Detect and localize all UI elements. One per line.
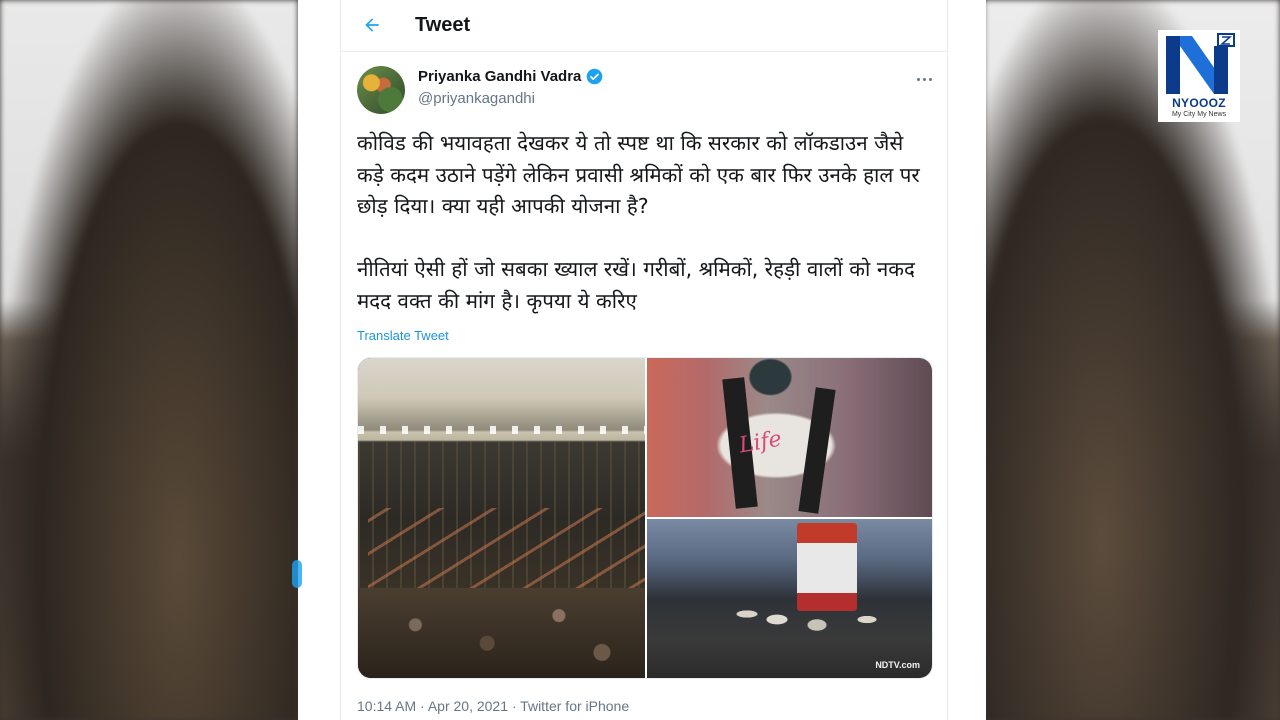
more-dot-icon [922,77,926,81]
nyoooz-n-logo-icon [1166,33,1235,94]
more-dot-icon [916,77,920,81]
tweet-header: Tweet [341,0,947,52]
media-photo-station-crowd[interactable] [358,358,645,678]
tweet-card: Tweet Priyanka Gandhi Vadra @priyankagan… [292,0,986,720]
blurred-background-left [0,0,298,720]
station-crowd [358,588,645,678]
scroll-indicator[interactable] [292,560,302,588]
page-title: Tweet [415,14,471,36]
tweet-paragraph-2: नीतियां ऐसी हों जो सबका ख्याल रखें। गरीब… [357,257,915,313]
tweet-text: कोविड की भयावहता देखकर ये तो स्पष्ट था क… [357,128,927,317]
station-lights [358,426,645,434]
arrow-left-icon [365,18,379,32]
author-name[interactable]: Priyanka Gandhi Vadra [418,68,581,85]
bag-strap-right [798,387,836,514]
people-group [707,559,907,669]
media-photo-masked-child[interactable]: Life [647,358,932,517]
more-dot-icon [928,77,932,81]
avatar[interactable] [357,66,405,114]
more-options-button[interactable] [912,70,936,88]
media-photo-bus-stop[interactable]: NDTV.com [647,519,932,678]
translate-tweet-link[interactable]: Translate Tweet [357,328,449,343]
tweet-timestamp[interactable]: 10:14 AM · Apr 20, 2021 · Twitter for iP… [357,698,629,714]
nyoooz-logo: NYOOOZ My City My News [1158,30,1240,122]
tweet-media-grid: Life NDTV.com [357,357,933,679]
tweet-paragraph-1: कोविड की भयावहता देखकर ये तो स्पष्ट था क… [357,131,920,218]
author-handle[interactable]: @priyankagandhi [418,90,535,107]
verified-badge-icon [587,68,603,85]
logo-brand-text: NYOOOZ [1172,96,1226,110]
ndtv-watermark: NDTV.com [875,660,920,670]
back-button[interactable] [359,12,385,38]
logo-tagline: My City My News [1171,111,1227,118]
author-name-row: Priyanka Gandhi Vadra [418,68,603,85]
